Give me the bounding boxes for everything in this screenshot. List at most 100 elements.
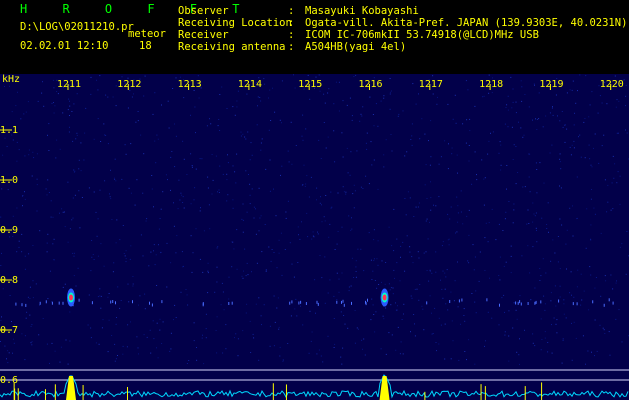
noise-speck: [442, 297, 444, 299]
x-tick-label: 1217: [418, 79, 443, 90]
noise-speck: [360, 186, 362, 188]
noise-speck: [604, 333, 606, 334]
noise-speck: [324, 102, 326, 104]
noise-speck: [67, 363, 69, 365]
carrier-speck: [449, 300, 451, 303]
noise-speck: [316, 353, 318, 355]
noise-speck: [435, 251, 437, 253]
noise-speck: [305, 128, 307, 130]
noise-speck: [524, 94, 526, 95]
noise-speck: [23, 113, 25, 115]
carrier-speck: [342, 299, 344, 303]
noise-speck: [570, 154, 572, 156]
carrier-speck: [426, 301, 428, 305]
noise-speck: [396, 238, 398, 240]
noise-speck: [534, 84, 535, 86]
noise-speck: [520, 127, 522, 129]
noise-speck: [377, 125, 379, 127]
noise-speck: [244, 248, 246, 250]
noise-speck: [32, 245, 34, 246]
noise-speck: [457, 172, 458, 174]
noise-speck: [579, 134, 581, 136]
noise-speck: [12, 215, 14, 217]
noise-speck: [590, 224, 592, 226]
noise-speck: [73, 169, 75, 171]
noise-speck: [17, 91, 18, 93]
noise-speck: [512, 222, 514, 224]
noise-speck: [93, 191, 95, 193]
noise-speck: [115, 105, 117, 107]
noise-speck: [287, 200, 289, 202]
noise-speck: [50, 216, 52, 218]
noise-speck: [309, 310, 311, 312]
noise-speck: [207, 272, 209, 274]
noise-speck: [273, 345, 275, 347]
noise-speck: [235, 182, 237, 184]
noise-speck: [97, 118, 99, 120]
noise-speck: [180, 291, 182, 293]
noise-speck: [45, 188, 47, 190]
noise-speck: [260, 215, 262, 217]
noise-speck: [319, 90, 321, 92]
noise-speck: [56, 91, 58, 92]
carrier-speck: [112, 300, 114, 303]
noise-speck: [130, 245, 132, 247]
noise-speck: [411, 144, 413, 146]
noise-speck: [468, 234, 470, 236]
noise-speck: [484, 270, 486, 271]
carrier-speck: [25, 303, 27, 307]
noise-speck: [265, 270, 267, 272]
noise-speck: [242, 231, 244, 233]
noise-speck: [455, 232, 456, 234]
noise-speck: [370, 319, 372, 321]
noise-speck: [469, 130, 471, 132]
noise-speck: [183, 97, 185, 99]
noise-speck: [597, 112, 599, 114]
noise-speck: [193, 322, 195, 324]
noise-speck: [430, 156, 432, 158]
noise-speck: [573, 296, 575, 298]
noise-speck: [167, 100, 169, 102]
noise-speck: [69, 340, 71, 342]
noise-speck: [315, 312, 316, 314]
noise-speck: [278, 328, 280, 330]
noise-speck: [562, 126, 564, 128]
noise-speck: [319, 74, 321, 76]
noise-speck: [356, 150, 358, 152]
noise-speck: [285, 217, 287, 219]
noise-speck: [383, 166, 385, 168]
noise-speck: [342, 156, 344, 158]
noise-speck: [199, 158, 201, 160]
noise-speck: [374, 280, 376, 281]
noise-speck: [132, 285, 134, 287]
noise-speck: [11, 321, 12, 322]
noise-speck: [601, 102, 603, 104]
noise-speck: [202, 334, 203, 336]
noise-speck: [21, 333, 23, 335]
noise-speck: [534, 215, 536, 217]
noise-speck: [353, 76, 355, 77]
noise-speck: [539, 268, 541, 269]
carrier-speck: [540, 300, 542, 304]
noise-speck: [554, 285, 556, 287]
noise-speck: [105, 94, 107, 96]
noise-speck: [411, 297, 413, 299]
noise-speck: [336, 299, 338, 301]
noise-speck: [227, 154, 228, 156]
noise-speck: [289, 242, 291, 244]
noise-speck: [333, 103, 335, 105]
noise-speck: [498, 324, 500, 326]
noise-speck: [0, 265, 2, 266]
noise-speck: [218, 119, 220, 120]
noise-speck: [481, 159, 483, 161]
noise-speck: [299, 238, 301, 240]
noise-speck: [321, 277, 323, 279]
noise-speck: [342, 347, 344, 349]
noise-speck: [131, 96, 133, 98]
noise-speck: [166, 286, 168, 288]
noise-speck: [430, 120, 432, 122]
noise-speck: [63, 211, 65, 213]
noise-speck: [401, 319, 403, 320]
noise-speck: [423, 329, 425, 331]
noise-speck: [536, 129, 538, 130]
